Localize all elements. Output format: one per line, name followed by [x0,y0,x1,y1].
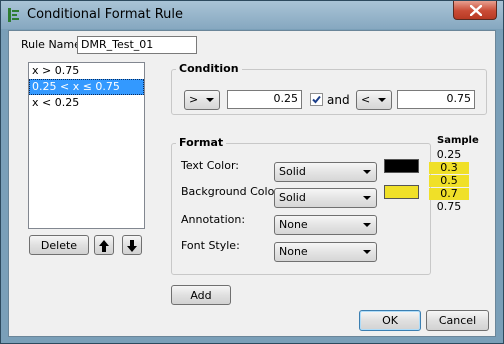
chevron-down-icon [206,98,214,102]
close-button[interactable] [453,1,497,20]
value2-input[interactable]: 0.75 [397,90,475,109]
close-icon [470,5,482,16]
operator1-value: > [189,93,199,106]
format-title: Format [176,136,227,149]
list-item[interactable]: 0.25 < x ≤ 0.75 [29,79,144,95]
list-item[interactable]: x < 0.25 [29,95,144,111]
text-color-select[interactable]: Solid [274,162,377,182]
rules-listbox[interactable]: x > 0.75 0.25 < x ≤ 0.75 x < 0.25 [28,62,145,229]
and-checkbox[interactable] [310,93,323,106]
chevron-down-icon [363,250,371,254]
sample-value: 0.7 [429,188,469,200]
list-item[interactable]: x > 0.75 [29,63,144,79]
arrow-down-icon [127,240,137,252]
sample-value: 0.25 [436,148,462,161]
font-style-value: None [279,245,308,258]
annotation-select[interactable]: None [274,215,377,235]
chevron-down-icon [363,196,371,200]
and-label: and [327,93,350,107]
font-style-label: Font Style: [181,239,240,252]
background-color-select[interactable]: Solid [274,188,377,208]
dialog-body: Rule Name: DMR_Test_01 x > 0.75 0.25 < x… [8,30,496,337]
chevron-down-icon [363,223,371,227]
move-down-button[interactable] [122,235,142,255]
operator1-select[interactable]: > [184,90,220,110]
add-button[interactable]: Add [171,285,231,305]
title-bar[interactable]: Conditional Format Rule [1,1,503,29]
font-style-select[interactable]: None [274,242,377,262]
chevron-down-icon [378,98,386,102]
dialog-window: Conditional Format Rule Rule Name: DMR_T… [0,0,504,344]
delete-button[interactable]: Delete [29,235,89,255]
sample-value: 0.5 [429,175,469,187]
move-up-button[interactable] [94,235,114,255]
background-color-label: Background Color: [181,185,283,198]
text-color-swatch[interactable] [384,159,419,173]
checkmark-icon [312,95,321,104]
text-color-label: Text Color: [181,159,239,172]
annotation-label: Annotation: [181,213,246,226]
value1-input[interactable]: 0.25 [227,90,302,109]
arrow-up-icon [99,240,109,252]
text-color-value: Solid [279,165,306,178]
operator2-select[interactable]: < [356,90,392,110]
ok-button[interactable]: OK [359,310,421,331]
chevron-down-icon [363,170,371,174]
background-color-swatch[interactable] [384,185,419,199]
condition-title: Condition [176,62,242,75]
cancel-button[interactable]: Cancel [426,310,489,331]
annotation-value: None [279,218,308,231]
background-color-value: Solid [279,191,306,204]
rule-name-input[interactable]: DMR_Test_01 [77,36,197,54]
sample-title: Sample [437,135,479,146]
sample-value: 0.3 [429,162,469,174]
app-icon [8,8,19,22]
window-title: Conditional Format Rule [27,7,183,22]
sample-value: 0.75 [436,200,462,213]
operator2-value: < [361,93,371,106]
rule-name-label: Rule Name: [21,38,85,51]
